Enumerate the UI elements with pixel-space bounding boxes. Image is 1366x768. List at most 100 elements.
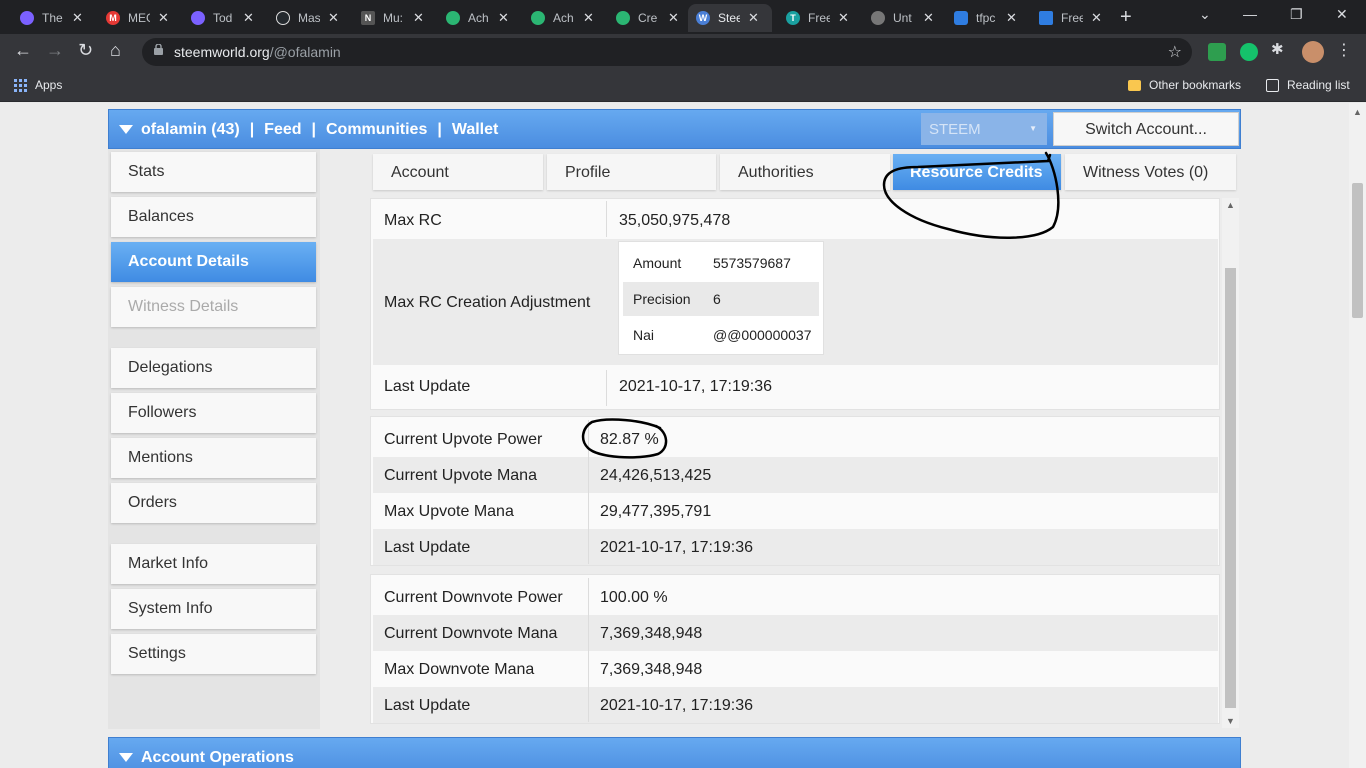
reading-list[interactable]: Reading list xyxy=(1266,78,1350,92)
bookmark-star-icon[interactable]: ☆ xyxy=(1168,42,1182,62)
forward-arrow-icon[interactable]: → xyxy=(46,40,64,61)
wallet-link[interactable]: Wallet xyxy=(452,121,499,139)
browser-tab[interactable]: Cre ✕ xyxy=(608,4,687,32)
table-row: Current Downvote Power 100.00 % xyxy=(373,579,1218,615)
close-icon[interactable]: ✕ xyxy=(328,10,339,26)
reload-icon[interactable]: ↻ xyxy=(78,40,93,61)
url-text: steemworld.org/@ofalamin xyxy=(174,44,341,60)
row-value: 24,426,513,425 xyxy=(600,467,712,484)
sidebar-item-stats[interactable]: Stats xyxy=(111,152,316,192)
close-icon[interactable]: ✕ xyxy=(498,10,509,26)
close-icon[interactable]: ✕ xyxy=(243,10,254,26)
apps-bookmark[interactable]: Apps xyxy=(14,78,62,92)
close-icon[interactable]: ✕ xyxy=(1091,10,1102,26)
scroll-up-arrow-icon[interactable]: ▲ xyxy=(1226,200,1235,210)
downvote-group: Current Downvote Power 100.00 % Current … xyxy=(370,574,1220,724)
row-label: Current Downvote Mana xyxy=(384,625,558,642)
sidebar-item-followers[interactable]: Followers xyxy=(111,393,316,433)
sidebar-item-balances[interactable]: Balances xyxy=(111,197,316,237)
close-icon[interactable]: ✕ xyxy=(583,10,594,26)
tab-title: Cre xyxy=(638,11,658,25)
chain-select[interactable]: STEEM ▼ xyxy=(921,113,1047,145)
minimize-icon[interactable]: — xyxy=(1243,6,1257,22)
close-icon[interactable]: ✕ xyxy=(748,10,759,26)
scrollbar-thumb[interactable] xyxy=(1225,268,1236,708)
sidebar-item-delegations[interactable]: Delegations xyxy=(111,348,316,388)
restore-icon[interactable]: ❐ xyxy=(1290,6,1303,23)
browser-tab[interactable]: Tod ✕ xyxy=(183,4,262,32)
address-bar[interactable]: steemworld.org/@ofalamin ☆ xyxy=(142,38,1192,66)
puzzle-extensions-icon[interactable]: ✱ xyxy=(1271,40,1289,58)
browser-tab[interactable]: Free ✕ xyxy=(1031,4,1110,32)
column-divider xyxy=(606,201,607,237)
account-operations-header[interactable]: Account Operations xyxy=(108,737,1241,768)
close-icon[interactable]: ✕ xyxy=(838,10,849,26)
sidebar-item-mentions[interactable]: Mentions xyxy=(111,438,316,478)
sidebar-item-system-info[interactable]: System Info xyxy=(111,589,316,629)
row-label: Current Upvote Power xyxy=(384,431,543,448)
tab-search-icon[interactable]: ⌄ xyxy=(1199,6,1211,23)
tab-account[interactable]: Account xyxy=(373,154,543,190)
browser-tab[interactable]: Ach ✕ xyxy=(523,4,602,32)
row-value: 29,477,395,791 xyxy=(600,503,712,520)
row-value: 35,050,975,478 xyxy=(619,212,731,229)
browser-tab[interactable]: The ✕ xyxy=(12,4,91,32)
feed-link[interactable]: Feed xyxy=(264,121,301,139)
reading-list-label: Reading list xyxy=(1287,78,1350,92)
menu-dots-icon[interactable]: ⋮ xyxy=(1336,40,1352,60)
content-scrollbar[interactable]: ▲ ▼ xyxy=(1222,198,1239,728)
avatar[interactable] xyxy=(1302,41,1324,63)
subtable-label: Precision xyxy=(633,291,691,307)
grammarly-extension-icon[interactable] xyxy=(1240,43,1258,61)
close-icon[interactable]: ✕ xyxy=(413,10,424,26)
tab-witness-votes[interactable]: Witness Votes (0) xyxy=(1065,154,1236,190)
collapse-triangle-icon[interactable] xyxy=(119,125,133,134)
other-bookmarks[interactable]: Other bookmarks xyxy=(1128,78,1241,92)
close-icon[interactable]: ✕ xyxy=(72,10,83,26)
page-viewport: ofalamin (43) | Feed | Communities | Wal… xyxy=(0,103,1349,768)
browser-tab[interactable]: Ach ✕ xyxy=(438,4,517,32)
tab-favicon-icon xyxy=(276,11,290,25)
tab-favicon-icon xyxy=(446,11,460,25)
close-icon[interactable]: ✕ xyxy=(668,10,679,26)
tab-authorities[interactable]: Authorities xyxy=(720,154,890,190)
page-scrollbar[interactable]: ▲ xyxy=(1349,103,1366,768)
sidebar-item-witness-details[interactable]: Witness Details xyxy=(111,287,316,327)
collapse-triangle-icon[interactable] xyxy=(119,753,133,762)
close-icon[interactable]: ✕ xyxy=(158,10,169,26)
scroll-up-arrow-icon[interactable]: ▲ xyxy=(1353,107,1362,117)
tab-resource-credits[interactable]: Resource Credits xyxy=(893,154,1061,190)
tab-title: The xyxy=(42,11,63,25)
close-icon[interactable]: ✕ xyxy=(1006,10,1017,26)
sidebar-item-account-details[interactable]: Account Details xyxy=(111,242,316,282)
url-path: /@ofalamin xyxy=(269,44,341,60)
scrollbar-thumb[interactable] xyxy=(1352,183,1363,318)
browser-tab[interactable]: Mas ✕ xyxy=(268,4,347,32)
subtable-value: 6 xyxy=(713,291,721,307)
browser-tab-active[interactable]: W Stee ✕ xyxy=(688,4,772,32)
browser-tab[interactable]: T Free ✕ xyxy=(778,4,857,32)
switch-account-button[interactable]: Switch Account... xyxy=(1053,112,1239,146)
browser-tab[interactable]: Unt ✕ xyxy=(863,4,942,32)
table-row: Last Update 2021-10-17, 17:19:36 xyxy=(373,529,1218,565)
browser-tab[interactable]: N Mu: ✕ xyxy=(353,4,432,32)
user-link[interactable]: ofalamin (43) xyxy=(141,121,240,139)
shield-extension-icon[interactable] xyxy=(1208,43,1226,61)
scroll-down-arrow-icon[interactable]: ▼ xyxy=(1226,716,1235,726)
sidebar-item-market-info[interactable]: Market Info xyxy=(111,544,316,584)
back-arrow-icon[interactable]: ← xyxy=(14,40,32,61)
subtable-row: Nai @@000000037 xyxy=(623,318,819,352)
sidebar-item-orders[interactable]: Orders xyxy=(111,483,316,523)
sidebar-item-settings[interactable]: Settings xyxy=(111,634,316,674)
tab-favicon-icon xyxy=(531,11,545,25)
subtable-value: 5573579687 xyxy=(713,255,791,271)
tab-favicon-icon: W xyxy=(696,11,710,25)
browser-tab[interactable]: tfpc ✕ xyxy=(946,4,1025,32)
home-icon[interactable]: ⌂ xyxy=(110,40,121,61)
new-tab-button[interactable]: + xyxy=(1120,6,1132,29)
window-close-icon[interactable]: ✕ xyxy=(1336,6,1348,23)
browser-tab[interactable]: M MEG ✕ xyxy=(98,4,177,32)
tab-profile[interactable]: Profile xyxy=(547,154,716,190)
close-icon[interactable]: ✕ xyxy=(923,10,934,26)
communities-link[interactable]: Communities xyxy=(326,121,427,139)
